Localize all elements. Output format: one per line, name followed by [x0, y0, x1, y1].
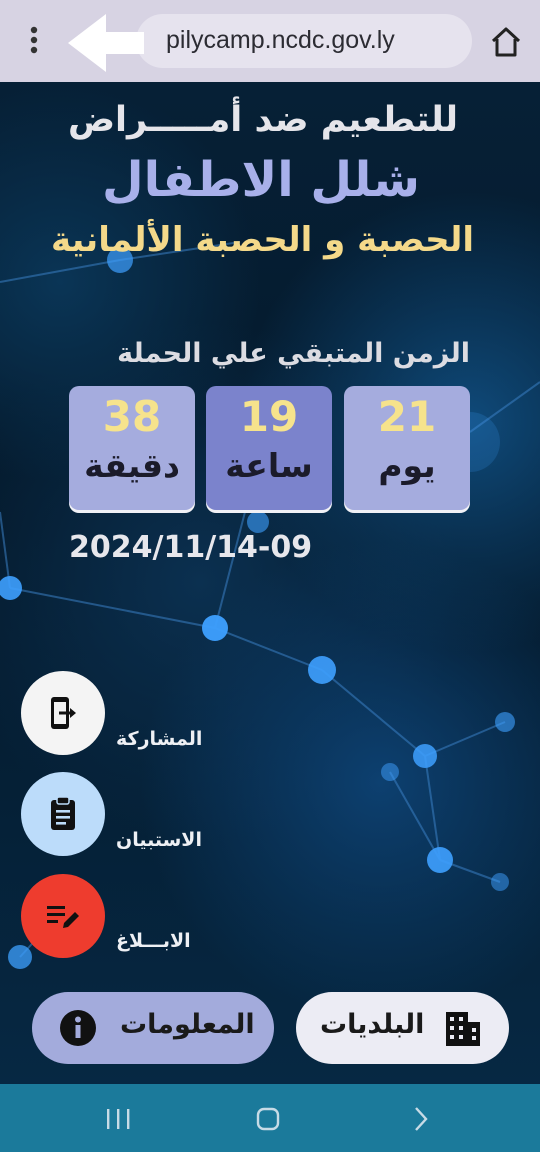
countdown-days-value: 21 [377, 392, 437, 441]
clipboard-icon [51, 796, 75, 830]
participate-button[interactable] [21, 671, 105, 755]
countdown-hours-unit: ساعة [225, 446, 313, 485]
url-text[interactable]: pilycamp.ncdc.gov.ly [166, 26, 395, 55]
campaign-title-line3: الحصبة و الحصبة الألمانية [50, 220, 474, 260]
recents-icon[interactable] [98, 1102, 138, 1136]
campaign-title-line2: شلل الاطفال [102, 152, 420, 208]
countdown-hours-box: 19 ساعة [206, 386, 332, 510]
more-vert-icon[interactable] [18, 22, 50, 58]
campaign-date: 2024/11/14-09 [69, 530, 313, 565]
home-icon[interactable] [488, 24, 524, 60]
information-label: المعلومات [120, 1009, 255, 1040]
municipalities-label: البلديات [320, 1009, 425, 1040]
countdown-days-unit: يوم [378, 446, 436, 485]
chevron-back-icon[interactable] [400, 1102, 440, 1136]
information-button[interactable]: المعلومات [32, 992, 274, 1064]
countdown-minutes-box: 38 دقيقة [69, 386, 195, 510]
countdown-label: الزمن المتبقي علي الحملة [117, 338, 470, 369]
campaign-title-line1: للتطعيم ضد أمـــــراض [67, 100, 458, 140]
report-button[interactable] [21, 874, 105, 958]
countdown-minutes-value: 38 [102, 392, 162, 441]
countdown-hours-value: 19 [239, 392, 299, 441]
survey-label: الاستبيان [116, 829, 202, 851]
municipalities-button[interactable]: البلديات [296, 992, 509, 1064]
apartment-icon [446, 1012, 480, 1046]
countdown-days-box: 21 يوم [344, 386, 470, 510]
countdown-minutes-unit: دقيقة [84, 446, 180, 485]
browser-toolbar: pilycamp.ncdc.gov.ly [0, 0, 540, 82]
home-circle-icon[interactable] [248, 1102, 288, 1136]
survey-button[interactable] [21, 772, 105, 856]
edit-note-icon [47, 906, 79, 928]
exit-to-app-icon [51, 697, 76, 729]
system-navigation-bar [0, 1084, 540, 1152]
report-label: الابـــلاغ [116, 930, 191, 952]
info-icon [60, 1010, 96, 1046]
arrow-left-icon[interactable] [66, 12, 146, 74]
participate-label: المشاركة [116, 728, 203, 750]
